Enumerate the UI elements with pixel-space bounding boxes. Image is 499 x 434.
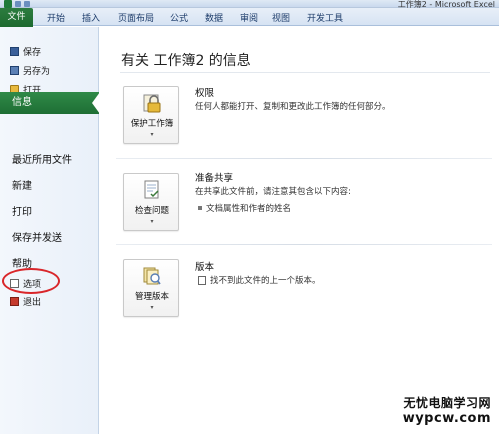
save-as-icon <box>10 65 19 75</box>
tab-formulas[interactable]: 公式 <box>170 11 188 24</box>
nav-item-info[interactable]: 信息 <box>0 92 99 114</box>
protect-workbook-label: 保护工作簿 <box>130 119 174 129</box>
exit-icon <box>10 296 19 306</box>
quick-access-toolbar <box>4 0 30 8</box>
nav-item-recent[interactable]: 最近所用文件 <box>12 151 72 166</box>
nav-item-save[interactable]: 保存 <box>10 43 41 59</box>
lock-icon <box>143 94 161 113</box>
nav-item-exit[interactable]: 退出 <box>10 293 41 309</box>
ribbon-tabs: 开始 插入 页面布局 公式 数据 审阅 视图 开发工具 <box>0 8 499 26</box>
chevron-down-icon: ▾ <box>150 131 154 138</box>
nav-selected-arrow <box>92 92 100 114</box>
qat-save-icon[interactable] <box>15 1 21 7</box>
nav-item-print[interactable]: 打印 <box>12 203 32 218</box>
watermark-name: 无忧电脑学习网 <box>403 396 491 410</box>
title-bar: 工作簿2 - Microsoft Excel <box>0 0 499 9</box>
prepare-desc: 在共享此文件前，请注意其包含以下内容: <box>195 187 351 197</box>
protect-workbook-button[interactable]: 保护工作簿 ▾ <box>123 86 179 144</box>
qat-undo-icon[interactable] <box>24 1 30 7</box>
watermark-url: wypcw.com <box>402 411 491 426</box>
versions-icon <box>143 267 161 285</box>
prepare-bullet: 文档属性和作者的姓名 <box>198 202 291 214</box>
highlight-circle <box>2 268 60 294</box>
backstage-nav: 保存 另存为 打开 关闭 最近所用文件 新建 打印 保存并发送 帮助 选项 退出 <box>0 27 99 434</box>
chevron-down-icon: ▾ <box>150 304 154 311</box>
info-pane: 有关 工作簿2 的信息 保护工作簿 ▾ 权限 任何人都能打开、复制和更改此工作簿… <box>100 27 499 434</box>
tab-insert[interactable]: 插入 <box>82 11 100 24</box>
tab-home[interactable]: 开始 <box>47 11 65 24</box>
section-divider <box>116 244 492 245</box>
bullet-icon <box>198 206 202 210</box>
chevron-down-icon: ▾ <box>150 218 154 225</box>
nav-item-label: 另存为 <box>23 66 51 77</box>
excel-app-icon[interactable] <box>4 0 12 8</box>
prepare-heading: 准备共享 <box>195 173 234 184</box>
tab-page-layout[interactable]: 页面布局 <box>118 11 154 24</box>
section-divider <box>116 158 492 159</box>
permissions-heading: 权限 <box>195 88 215 99</box>
tab-view[interactable]: 视图 <box>272 11 290 24</box>
check-issues-label: 检查问题 <box>134 206 169 216</box>
tab-review[interactable]: 审阅 <box>240 11 258 24</box>
nav-item-save-send[interactable]: 保存并发送 <box>12 229 62 244</box>
prepare-bullet-text: 文档属性和作者的姓名 <box>206 204 292 214</box>
versions-note: 找不到此文件的上一个版本。 <box>198 274 321 286</box>
document-icon <box>198 275 206 285</box>
tab-file[interactable]: 文件 <box>0 8 33 27</box>
nav-item-label: 保存 <box>23 47 42 58</box>
nav-item-new[interactable]: 新建 <box>12 177 32 192</box>
versions-heading: 版本 <box>195 262 215 273</box>
manage-versions-label: 管理版本 <box>134 292 169 302</box>
tab-data[interactable]: 数据 <box>205 11 223 24</box>
title-divider <box>120 72 490 73</box>
versions-desc: 找不到此文件的上一个版本。 <box>210 276 321 286</box>
check-issues-button[interactable]: 检查问题 ▾ <box>123 173 179 231</box>
nav-item-label: 退出 <box>23 297 42 308</box>
manage-versions-button[interactable]: 管理版本 ▾ <box>123 259 179 317</box>
save-icon <box>10 46 19 56</box>
tab-developer[interactable]: 开发工具 <box>307 11 343 24</box>
permissions-desc: 任何人都能打开、复制和更改此工作簿的任何部分。 <box>195 102 391 112</box>
nav-item-save-as[interactable]: 另存为 <box>10 62 50 78</box>
document-check-icon <box>144 180 159 199</box>
page-title: 有关 工作簿2 的信息 <box>121 53 251 69</box>
watermark: 无忧电脑学习网 wypcw.com <box>403 394 491 426</box>
